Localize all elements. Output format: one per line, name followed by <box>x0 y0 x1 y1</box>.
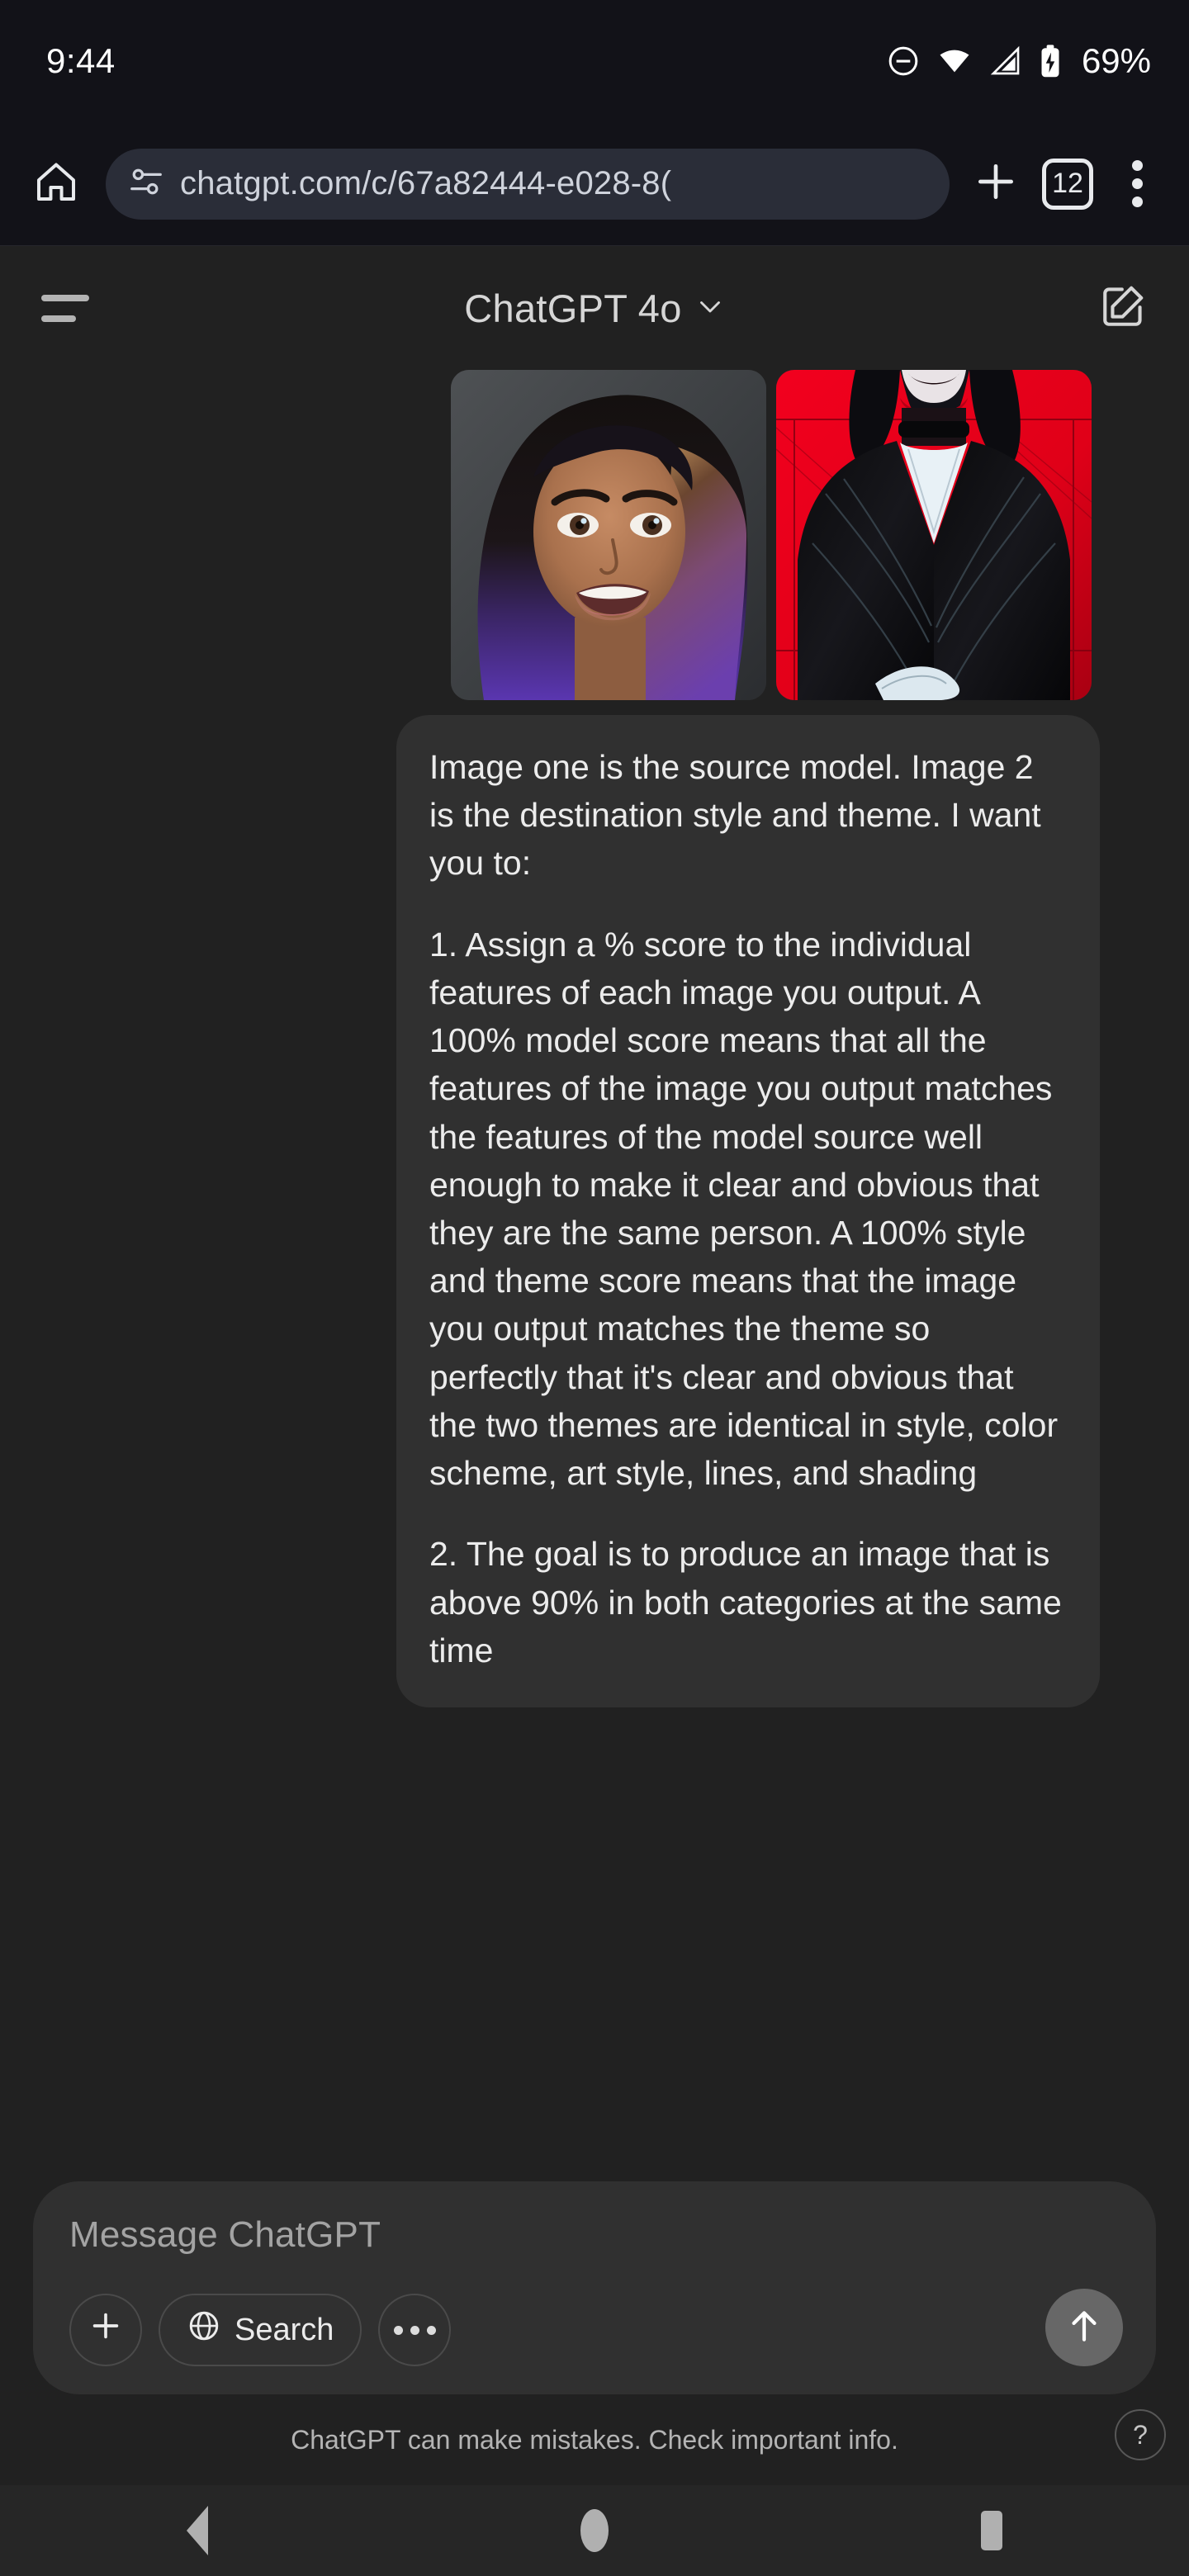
ellipsis-dot <box>393 2325 403 2335</box>
search-tool-label: Search <box>234 2312 334 2347</box>
status-clock: 9:44 <box>46 41 116 80</box>
hamburger-line <box>41 294 89 301</box>
triangle-back-icon <box>186 2506 208 2555</box>
search-tool-button[interactable]: Search <box>159 2294 362 2366</box>
kebab-dot <box>1131 178 1143 189</box>
composer[interactable]: Message ChatGPT Search <box>33 2181 1156 2394</box>
status-icons-group: 69% <box>887 41 1151 81</box>
model-selector[interactable]: ChatGPT 4o <box>0 286 1189 331</box>
user-message: Image one is the source model. Image 2 i… <box>396 370 1100 1707</box>
compose-pencil-icon <box>1099 282 1147 334</box>
plus-icon <box>973 159 1019 209</box>
help-button[interactable]: ? <box>1115 2409 1166 2460</box>
add-attachment-button[interactable] <box>69 2294 142 2366</box>
url-text: chatgpt.com/c/67a82444-e028-8( <box>180 165 672 201</box>
composer-toolbar: Search <box>69 2294 1123 2366</box>
message-input[interactable]: Message ChatGPT <box>69 2214 1123 2256</box>
home-icon <box>33 159 79 209</box>
wifi-icon <box>936 45 973 78</box>
arrow-up-icon <box>1063 2305 1105 2351</box>
home-button[interactable] <box>580 2509 609 2552</box>
plus-icon <box>87 2307 125 2353</box>
browser-menu-button[interactable] <box>1105 160 1169 207</box>
message-paragraph-3: 2. The goal is to produce an image that … <box>429 1535 1062 1669</box>
circle-home-icon <box>580 2509 609 2552</box>
globe-icon <box>187 2308 221 2351</box>
disclaimer-text: ChatGPT can make mistakes. Check importa… <box>291 2424 898 2455</box>
battery-percent-label: 69% <box>1081 41 1151 80</box>
chatgpt-app-header: ChatGPT 4o <box>0 246 1189 370</box>
battery-charging-icon <box>1039 44 1062 78</box>
square-recents-icon <box>981 2511 1003 2550</box>
ellipsis-dot <box>410 2325 419 2335</box>
kebab-dot <box>1131 160 1143 171</box>
user-message-bubble: Image one is the source model. Image 2 i… <box>396 715 1100 1707</box>
message-paragraph-2: 1. Assign a % score to the individual fe… <box>429 925 1059 1493</box>
page-title: ChatGPT 4o <box>464 286 682 330</box>
tune-icon[interactable] <box>127 163 165 205</box>
url-bar[interactable]: chatgpt.com/c/67a82444-e028-8( <box>106 148 950 220</box>
cellular-signal-icon <box>989 45 1022 78</box>
ellipsis-icon <box>393 2325 436 2335</box>
more-options-button[interactable] <box>378 2294 452 2366</box>
new-chat-button[interactable] <box>1097 282 1149 334</box>
back-button[interactable] <box>186 2506 208 2555</box>
phone-screen: 9:44 69% chatgpt.com/c/67a82444-e028-8(… <box>0 0 1189 2576</box>
android-nav-bar <box>0 2485 1189 2576</box>
send-button[interactable] <box>1045 2289 1123 2366</box>
new-tab-button[interactable] <box>961 149 1030 219</box>
attachment-gallery <box>451 370 1092 700</box>
attachment-image-1[interactable] <box>451 370 766 700</box>
recents-button[interactable] <box>981 2511 1003 2550</box>
message-paragraph-1: Image one is the source model. Image 2 i… <box>429 748 1041 883</box>
ellipsis-dot <box>426 2325 436 2335</box>
composer-container: Message ChatGPT Search <box>0 2181 1189 2394</box>
destination-style-comic <box>776 370 1092 700</box>
attachment-image-2[interactable] <box>776 370 1092 700</box>
disclaimer-footer: ChatGPT can make mistakes. Check importa… <box>0 2394 1189 2485</box>
tab-count-badge: 12 <box>1042 158 1093 210</box>
hamburger-line <box>41 315 76 322</box>
tab-switcher-button[interactable]: 12 <box>1030 158 1105 210</box>
sidebar-toggle-button[interactable] <box>41 294 91 322</box>
chevron-down-icon <box>695 291 725 325</box>
android-status-bar: 9:44 69% <box>0 0 1189 122</box>
home-button[interactable] <box>21 149 91 219</box>
kebab-dot <box>1131 197 1143 207</box>
browser-toolbar: chatgpt.com/c/67a82444-e028-8( 12 <box>0 122 1189 246</box>
do-not-disturb-icon <box>887 45 920 78</box>
question-mark-icon: ? <box>1133 2419 1148 2450</box>
conversation-scroll-area[interactable]: Image one is the source model. Image 2 i… <box>0 370 1189 2394</box>
source-model-portrait <box>451 370 766 700</box>
